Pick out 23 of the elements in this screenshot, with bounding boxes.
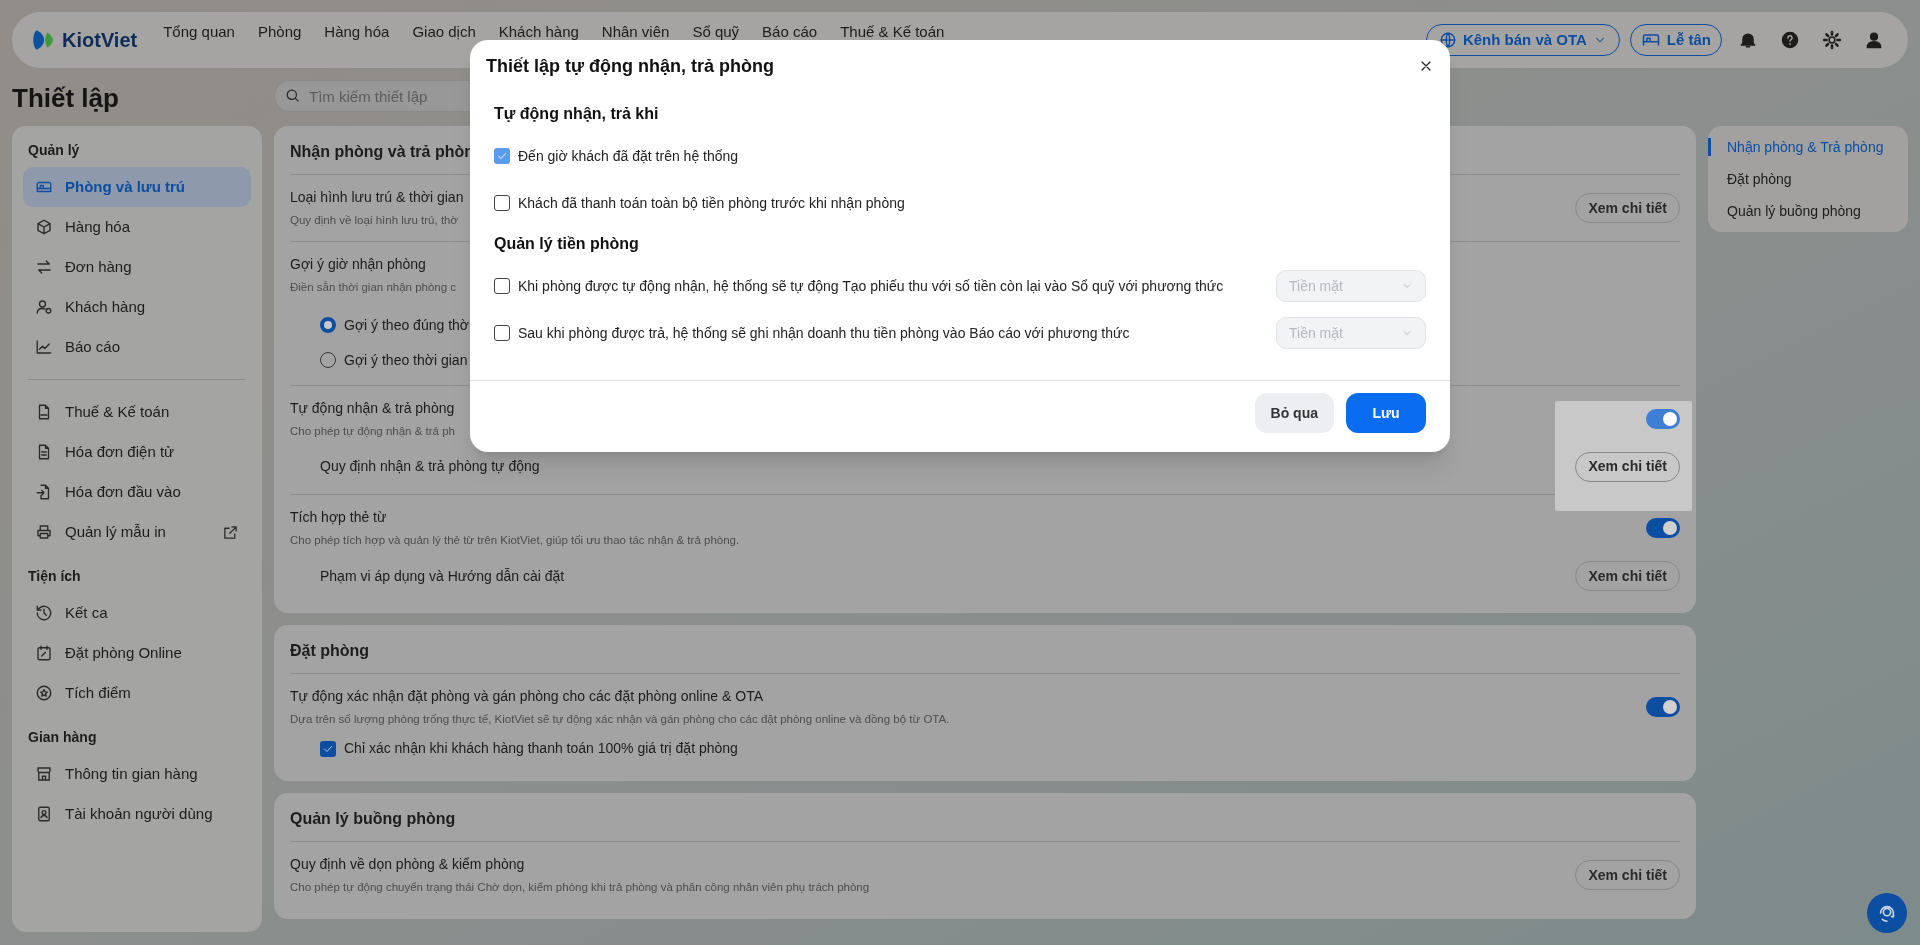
modal-section-heading: Quản lý tiền phòng bbox=[494, 234, 640, 254]
section-title: Đặt phòng bbox=[290, 639, 1680, 674]
setting-subtitle: Phạm vi áp dụng và Hướng dẫn cài đặt bbox=[320, 566, 565, 586]
setting-title: Loại hình lưu trú & thời gian bbox=[290, 188, 464, 207]
setting-title: Tự động xác nhận đặt phòng và gán phòng cho các đặt phòng online & OTA bbox=[290, 687, 764, 706]
setting-title: Quy định về dọn phòng & kiểm phòng bbox=[290, 855, 526, 875]
section-title: Quản lý buồng phòng bbox=[290, 807, 1680, 843]
setting-description: Điền sẵn thời gian nhận phòng c bbox=[290, 280, 457, 296]
page-title: Thiết lập bbox=[12, 82, 120, 115]
sidebar-group-title: Tiện ích bbox=[27, 567, 82, 586]
setting-title: Gợi ý giờ nhận phòng bbox=[290, 255, 427, 275]
modal-title: Thiết lập tự động nhận, trả phòng bbox=[486, 54, 774, 78]
setting-description: Quy định về loại hình lưu trú, thờ bbox=[290, 213, 460, 228]
sidebar-group-title: Gian hàng bbox=[27, 728, 98, 747]
setting-description: Dựa trên số lượng phòng trống thực tế, KiotViet sẽ tự động xác nhận và gán phòng cho các đặt phòng online và đồng bộ từ OTA. bbox=[290, 712, 950, 727]
setting-description: Cho phép tự động nhận & trả ph bbox=[290, 423, 455, 439]
setting-description: Cho phép tích hợp và quản lý thẻ từ trên KiotViet, giúp tối ưu thao tác nhận & trả phòng. bbox=[290, 532, 740, 548]
logo-text: KiotViet bbox=[62, 28, 138, 53]
setting-title: Tự động nhận & trả phòng bbox=[290, 398, 455, 418]
setting-title: Tích hợp thẻ từ bbox=[290, 507, 388, 527]
setting-description: Cho phép tự động chuyển trạng thái Chờ dọn, kiểm phòng khi trả phòng và phân công nhân viên phụ trách phòng bbox=[290, 880, 870, 896]
sidebar-group-title: Quản lý bbox=[27, 141, 81, 160]
setting-subtitle: Quy định nhận & trả phòng tự động bbox=[320, 457, 540, 477]
